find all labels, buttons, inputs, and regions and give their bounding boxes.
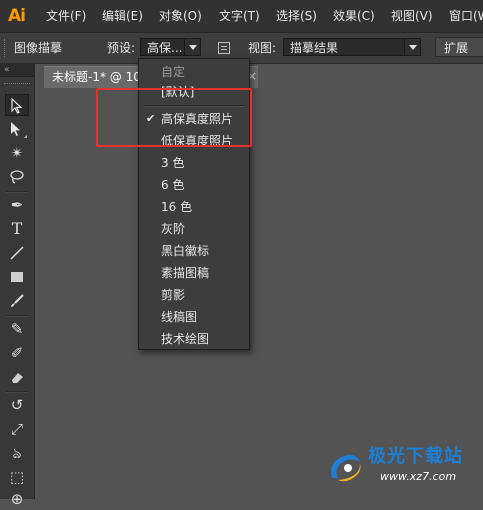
menu-item-6-colors[interactable]: 6 色 — [139, 174, 249, 196]
menu-object[interactable]: 对象(O) — [159, 7, 202, 25]
menu-item-technical-drawing[interactable]: 技术绘图 — [139, 328, 249, 350]
menu-effect[interactable]: 效果(C) — [333, 7, 375, 25]
annotation-highlight-box — [96, 88, 252, 147]
type-tool-icon[interactable]: T — [5, 218, 29, 240]
menu-item-3-colors[interactable]: 3 色 — [139, 152, 249, 174]
expand-button[interactable]: 扩展 — [435, 37, 483, 57]
app-logo: Ai — [8, 6, 26, 26]
menu-item-grayscale[interactable]: 灰阶 — [139, 218, 249, 240]
menu-type[interactable]: 文字(T) — [219, 7, 260, 25]
menu-item-black-white-logo[interactable]: 黑白徽标 — [139, 240, 249, 262]
paintbrush-tool-icon[interactable] — [5, 290, 29, 312]
menu-window[interactable]: 窗口(W) — [449, 7, 483, 25]
lasso-tool-icon[interactable] — [5, 166, 29, 188]
preset-label: 预设: — [107, 41, 136, 55]
control-bar-grip[interactable] — [4, 39, 8, 57]
watermark-logo-icon — [331, 454, 361, 482]
menu-bar: Ai 文件(F) 编辑(E) 对象(O) 文字(T) 选择(S) 效果(C) 视… — [0, 0, 483, 33]
pen-tool-icon[interactable]: ✒ — [5, 194, 29, 216]
tools-panel: « ✴ ✒ T ✎ ✐ ↺ ⤢ ঌ ⬚ ⊕ — [0, 64, 35, 508]
warp-tool-icon[interactable]: ঌ — [5, 442, 29, 464]
view-dropdown-value: 描摹结果 — [290, 41, 339, 55]
tools-panel-grip[interactable] — [4, 83, 30, 87]
tools-divider — [6, 391, 28, 393]
tools-divider — [6, 191, 28, 193]
menu-item-silhouettes[interactable]: 剪影 — [139, 284, 249, 306]
menu-view[interactable]: 视图(V) — [391, 7, 433, 25]
direct-selection-tool-icon[interactable] — [5, 118, 29, 140]
line-segment-tool-icon[interactable] — [5, 242, 29, 264]
menu-item-16-colors[interactable]: 16 色 — [139, 196, 249, 218]
menu-file[interactable]: 文件(F) — [46, 7, 86, 25]
menu-select[interactable]: 选择(S) — [276, 7, 317, 25]
image-trace-panel-label[interactable]: 图像描摹 — [14, 39, 62, 57]
blob-brush-tool-icon[interactable]: ✐ — [5, 342, 29, 364]
tools-divider — [6, 315, 28, 317]
preset-dropdown[interactable]: 高保... — [140, 38, 201, 56]
watermark-url: www.xz7.com — [380, 470, 457, 483]
eraser-tool-icon[interactable] — [5, 366, 29, 388]
watermark-title: 极光下载站 — [368, 446, 463, 467]
shape-builder-tool-icon[interactable]: ⊕ — [5, 488, 29, 510]
preset-dropdown-value: 高保... — [147, 41, 183, 55]
collapse-icon[interactable]: « — [4, 64, 10, 76]
scale-tool-icon[interactable]: ⤢ — [5, 418, 29, 440]
menu-edit[interactable]: 编辑(E) — [102, 7, 143, 25]
chevron-down-icon[interactable] — [404, 39, 420, 55]
tool-flyout-indicator — [24, 135, 27, 138]
chevron-down-icon[interactable] — [184, 39, 200, 55]
presets-panel-icon[interactable] — [218, 42, 230, 54]
menu-item-sketched-art[interactable]: 素描图稿 — [139, 262, 249, 284]
view-dropdown[interactable]: 描摹结果 — [283, 38, 421, 56]
rectangle-tool-icon[interactable] — [5, 266, 29, 288]
watermark: 极光下载站 www.xz7.com — [326, 444, 476, 492]
menu-item-custom: 自定 — [161, 65, 186, 79]
free-transform-tool-icon[interactable]: ⬚ — [5, 466, 29, 488]
rotate-tool-icon[interactable]: ↺ — [5, 394, 29, 416]
magic-wand-tool-icon[interactable]: ✴ — [5, 142, 29, 164]
pencil-tool-icon[interactable]: ✎ — [5, 318, 29, 340]
tools-panel-header[interactable]: « — [0, 64, 34, 77]
view-label: 视图: — [248, 41, 277, 55]
menu-item-line-art[interactable]: 线稿图 — [139, 306, 249, 328]
selection-tool-icon[interactable] — [5, 94, 29, 116]
